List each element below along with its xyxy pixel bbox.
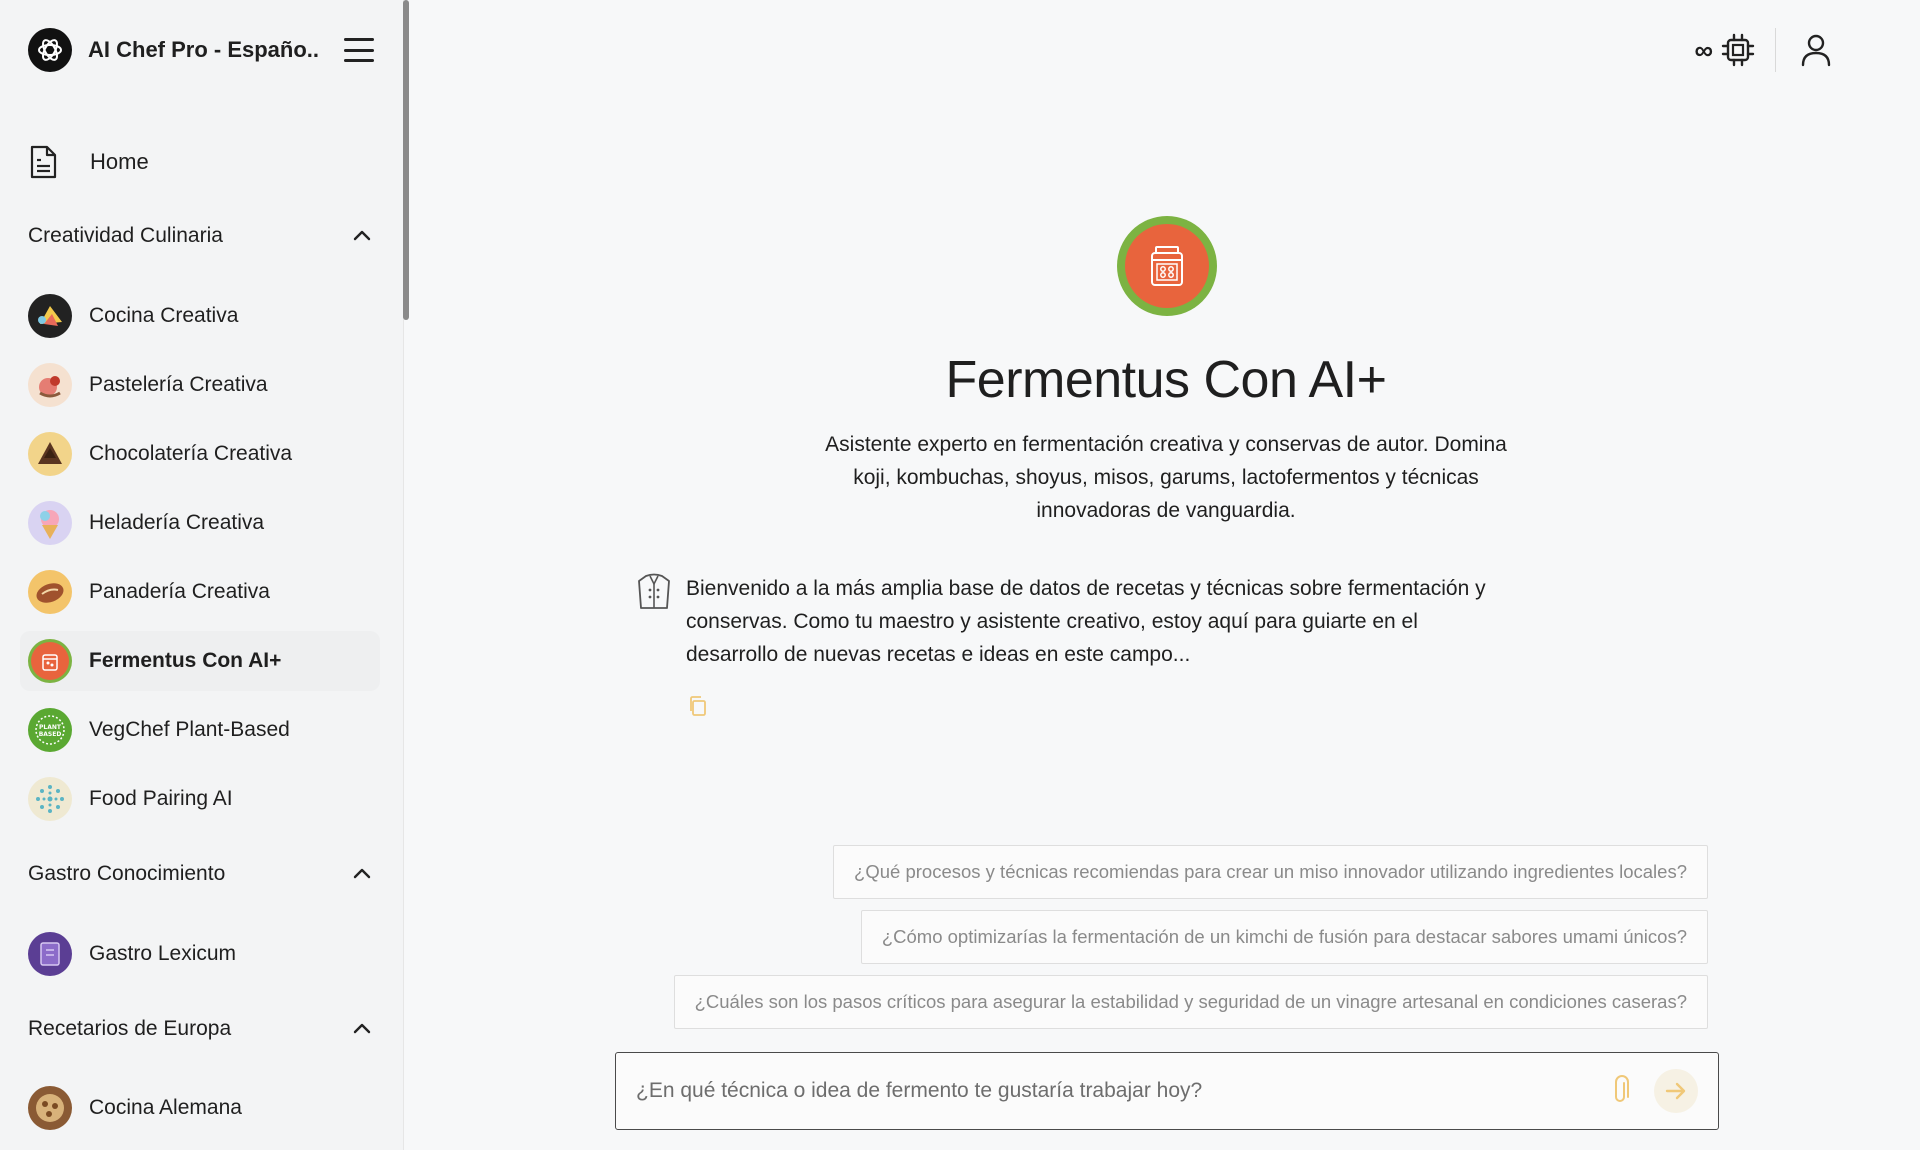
sidebar-scrollbar[interactable] [403, 0, 409, 320]
chevron-up-icon [353, 230, 371, 241]
cocina-alemana-avatar-icon [28, 1086, 72, 1130]
sidebar-item-label: Cocina Creativa [89, 304, 239, 327]
sidebar-item-vegchef[interactable]: PLANT BASED VegChef Plant-Based [20, 700, 380, 760]
sidebar-item-food-pairing[interactable]: Food Pairing AI [20, 769, 380, 829]
sidebar-item-label: Home [90, 149, 149, 174]
sidebar-item-label: Heladería Creativa [89, 511, 265, 534]
svg-text:BASED: BASED [39, 731, 62, 738]
section-title: Gastro Conocimiento [28, 862, 226, 885]
sidebar-item-label: Pastelería Creativa [89, 373, 268, 396]
chocolateria-creativa-avatar-icon [28, 432, 72, 476]
section-title: Recetarios de Europa [28, 1017, 232, 1040]
sidebar-item-label: VegChef Plant-Based [89, 718, 290, 741]
panaderia-creativa-avatar-icon [28, 570, 72, 614]
welcome-text: Bienvenido a la más amplia base de datos… [686, 577, 1486, 666]
send-button[interactable] [1654, 1069, 1698, 1113]
svg-text:PLANT: PLANT [39, 724, 62, 731]
suggestion-chip-kimchi[interactable]: ¿Cómo optimizarías la fermentación de un… [860, 910, 1708, 964]
chat-input[interactable]: ¿En qué técnica o idea de fermento te gu… [615, 1052, 1719, 1130]
vegchef-avatar-icon: PLANT BASED [28, 708, 72, 752]
sidebar-item-cocina-creativa[interactable]: Cocina Creativa [20, 286, 380, 346]
sidebar-item-fermentus[interactable]: Fermentus Con AI+ [20, 631, 380, 691]
chip-icon[interactable] [1721, 33, 1755, 67]
section-header-recetarios-de-europa[interactable]: Recetarios de Europa [28, 1009, 374, 1049]
food-pairing-avatar-icon [28, 777, 72, 821]
paperclip-icon[interactable] [1606, 1075, 1634, 1107]
welcome-message: Bienvenido a la más amplia base de datos… [636, 572, 1516, 671]
chevron-up-icon [353, 1023, 371, 1034]
fermentus-avatar-icon [28, 639, 72, 683]
chef-jacket-icon [638, 573, 670, 609]
app-title: AI Chef Pro - Españo... [88, 37, 320, 62]
fermentation-jar-icon [1151, 246, 1183, 286]
sidebar-item-home[interactable]: Home [28, 140, 374, 184]
gastro-lexicum-avatar-icon [28, 932, 72, 976]
cocina-creativa-avatar-icon [28, 294, 72, 338]
chevron-up-icon [353, 868, 371, 879]
arrow-right-icon [1665, 1082, 1686, 1100]
assistant-description: Asistente experto en fermentación creati… [825, 433, 1507, 522]
sidebar-item-pasteleria-creativa[interactable]: Pastelería Creativa [20, 355, 380, 415]
copy-icon[interactable] [686, 694, 710, 718]
chat-input-placeholder: ¿En qué técnica o idea de fermento te gu… [636, 1079, 1203, 1102]
topbar-actions: ∞ [1694, 28, 1832, 72]
sidebar-item-heladeria-creativa[interactable]: Heladería Creativa [20, 493, 380, 553]
sidebar-item-label: Fermentus Con AI+ [89, 649, 282, 672]
sidebar-item-label: Chocolatería Creativa [89, 442, 293, 465]
brand-header: AI Chef Pro - Españo... [28, 28, 374, 72]
suggestion-chip-vinagre[interactable]: ¿Cuáles son los pasos críticos para aseg… [673, 975, 1708, 1029]
topbar-divider [1775, 28, 1776, 72]
sidebar-item-cocina-alemana[interactable]: Cocina Alemana [20, 1078, 380, 1138]
document-icon [30, 145, 57, 179]
sidebar-item-label: Cocina Alemana [89, 1096, 242, 1119]
hamburger-menu-icon[interactable] [344, 38, 374, 62]
sidebar-item-label: Gastro Lexicum [89, 942, 237, 965]
openai-logo-icon[interactable] [28, 28, 72, 72]
sidebar-item-panaderia-creativa[interactable]: Panadería Creativa [20, 562, 380, 622]
assistant-title: Fermentus Con AI+ [945, 351, 1387, 409]
suggestion-chip-miso[interactable]: ¿Qué procesos y técnicas recomiendas par… [833, 845, 1708, 899]
section-header-gastro-conocimiento[interactable]: Gastro Conocimiento [28, 854, 374, 894]
heladeria-creativa-avatar-icon [28, 501, 72, 545]
pasteleria-creativa-avatar-icon [28, 363, 72, 407]
infinity-icon: ∞ [1694, 35, 1713, 65]
sidebar-item-label: Panadería Creativa [89, 580, 270, 603]
section-title: Creatividad Culinaria [28, 224, 223, 247]
sidebar-item-gastro-lexicum[interactable]: Gastro Lexicum [20, 924, 380, 984]
sidebar-item-label: Food Pairing AI [89, 787, 233, 810]
assistant-avatar [1117, 216, 1217, 316]
user-profile-icon[interactable] [1800, 33, 1832, 67]
section-header-creatividad-culinaria[interactable]: Creatividad Culinaria [28, 216, 374, 256]
sidebar: AI Chef Pro - Españo... Home Creatividad… [0, 0, 404, 1150]
sidebar-item-chocolateria-creativa[interactable]: Chocolatería Creativa [20, 424, 380, 484]
